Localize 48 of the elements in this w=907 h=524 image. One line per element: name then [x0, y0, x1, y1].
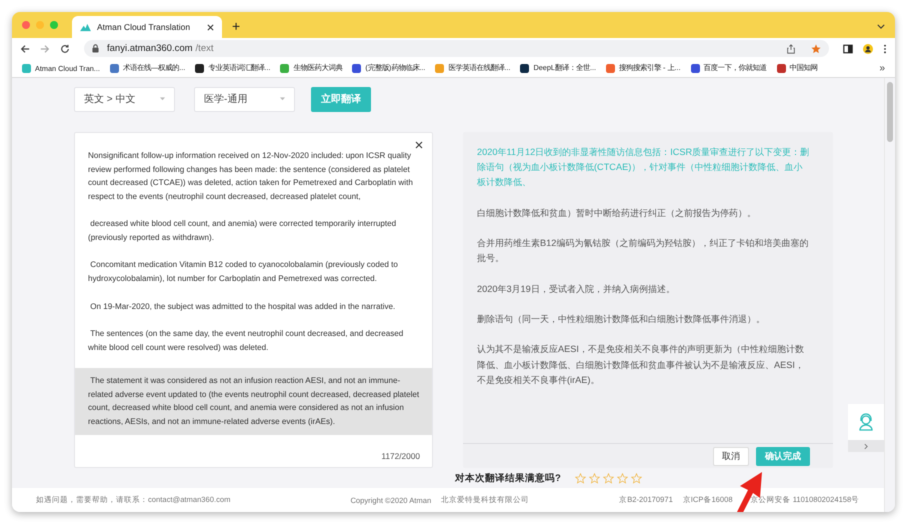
zoom-window-icon[interactable]: [50, 21, 58, 29]
caret-icon: [280, 97, 285, 102]
star-icon[interactable]: [630, 472, 642, 484]
translation-paragraph[interactable]: 认为其不是输液反应AESI，不是免疫相关不良事件的声明更新为（中性粒细胞计数降低、血小板计数降低、白细胞计数降低和贫血事件被认为不是输液反应、AESI，不是免疫相关不良事件(irAE)。: [477, 342, 811, 388]
translation-paragraph[interactable]: 合并用药维生素B12编码为氰钴胺（之前编码为羟钴胺），纠正了卡铂和培美曲塞的批号。: [477, 236, 811, 267]
close-icon[interactable]: [207, 24, 214, 30]
scrollbar-thumb[interactable]: [887, 82, 893, 142]
translation-paragraph[interactable]: 2020年3月19日，受试者入院，并纳入病例描述。: [477, 282, 811, 297]
source-paragraph[interactable]: Nonsignificant follow-up information received on 12-Nov-2020 included: upon ICSR quality review performed following changes has been made: the sentence (considered as platelet count decreased (CTCAE)) was deleted, action taken for Pemetrexed and Carboplatin with respect to the events (neutrophil count decreased, decreased platelet count,: [75, 148, 432, 204]
new-tab-button[interactable]: +: [232, 17, 240, 35]
close-window-icon[interactable]: [22, 21, 30, 29]
domain-dropdown[interactable]: 医学-通用: [194, 87, 295, 112]
browser-tab[interactable]: Atman Cloud Translation: [72, 16, 222, 38]
star-icon[interactable]: [602, 472, 614, 484]
translation-paragraph[interactable]: 白细胞计数降低和贫血）暂时中断给药进行纠正（之前报告为停药）。: [477, 206, 811, 222]
share-icon[interactable]: [786, 44, 796, 54]
sidebar-icon[interactable]: [843, 44, 853, 54]
translation-paragraph[interactable]: 删除语句（同一天，中性粒细胞计数降低和白细胞计数降低事件消退）。: [477, 312, 811, 328]
source-paragraph[interactable]: On 19-Mar-2020, the subject was admitted to the hospital was added in the narrative.: [75, 300, 432, 314]
profile-avatar-icon[interactable]: [863, 44, 873, 54]
forward-icon[interactable]: [40, 44, 50, 54]
more-bookmarks-button[interactable]: »: [879, 62, 885, 74]
chevron-right-icon: [864, 442, 868, 450]
source-paragraph[interactable]: The sentences (on the same day, the event neutrophil count decreased, and decreased white blood cell count were resolved) was deleted.: [75, 326, 432, 354]
caret-icon: [160, 97, 165, 102]
chevron-down-icon[interactable]: [877, 24, 885, 29]
source-paragraph[interactable]: The statement it was considered as not an infusion reaction AESI, and not an immune-related adverse event updated to (the events neutrophil count decreased, decreased platelet count, decreased white blood cell count, and anemia were considered as not an infusion reactions, AESIs, and not an immune-related adverse events (irAEs).: [75, 368, 432, 435]
address-bar[interactable]: fanyi.atman360.com /text: [84, 40, 829, 57]
cancel-button[interactable]: 取消: [713, 446, 749, 466]
rating-question: 对本次翻译结果满意吗?: [455, 472, 561, 485]
menu-icon[interactable]: [883, 44, 887, 54]
language-dropdown[interactable]: 英文 > 中文: [74, 87, 175, 112]
star-icon[interactable]: [588, 472, 600, 484]
minimize-window-icon[interactable]: [36, 21, 44, 29]
mountain-logo-icon: [80, 22, 91, 32]
lock-icon: [92, 44, 99, 53]
star-icon[interactable]: [616, 472, 628, 484]
customer-support-widget[interactable]: [848, 404, 884, 440]
headset-person-icon: [858, 413, 874, 431]
reload-icon[interactable]: [60, 44, 70, 54]
source-paragraph[interactable]: Concomitant medication Vitamin B12 coded to cyanocolobalamin (previously coded to hydroxycolobalamin), lot number for Carboplatin and Pemetrexed was corrected.: [75, 258, 432, 286]
star-rating[interactable]: [574, 472, 642, 484]
character-counter: 1172/2000: [380, 451, 421, 464]
star-icon[interactable]: [574, 472, 586, 484]
back-icon[interactable]: [20, 44, 30, 54]
source-paragraph[interactable]: decreased white blood cell count, and anemia) were corrected temporarily interrupted (previously reported as withdrawn).: [75, 217, 432, 245]
star-icon[interactable]: [811, 44, 821, 54]
close-icon[interactable]: [415, 140, 423, 149]
